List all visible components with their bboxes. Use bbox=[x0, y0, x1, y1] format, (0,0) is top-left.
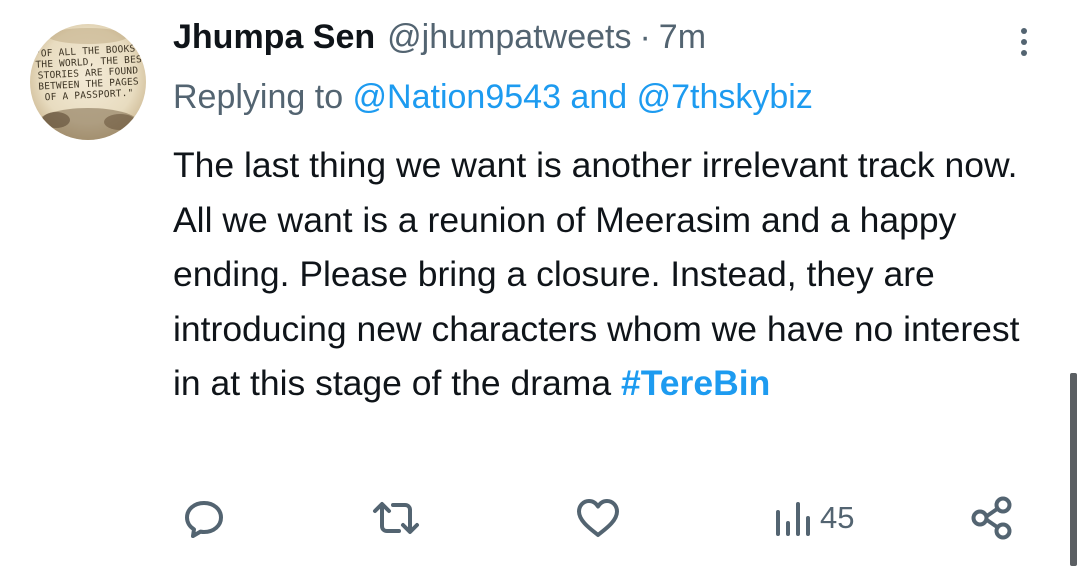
more-vertical-icon-dot bbox=[1021, 50, 1027, 56]
share-nodes-icon bbox=[971, 496, 1012, 540]
views-count: 45 bbox=[820, 500, 855, 535]
views-button[interactable]: 45 bbox=[770, 490, 854, 546]
user-handle[interactable]: @jhumpatweets bbox=[387, 18, 631, 57]
hashtag-link[interactable]: #TereBin bbox=[621, 363, 770, 403]
tweet-header: Jhumpa Sen @jhumpatweets · 7m bbox=[173, 18, 706, 64]
like-button[interactable] bbox=[570, 490, 626, 546]
mention-link[interactable]: @Nation9543 bbox=[353, 78, 561, 116]
replying-prefix: Replying to bbox=[173, 78, 353, 116]
more-options-button[interactable] bbox=[1010, 24, 1038, 60]
retweet-icon bbox=[373, 502, 419, 534]
more-vertical-icon-dot bbox=[1021, 39, 1027, 45]
share-button[interactable] bbox=[964, 490, 1020, 546]
timestamp[interactable]: 7m bbox=[659, 18, 706, 57]
replying-to: Replying to @Nation9543 and @7thskybiz bbox=[173, 78, 813, 117]
bar-chart-icon bbox=[776, 502, 810, 536]
mention-link[interactable]: @7thskybiz bbox=[637, 78, 813, 116]
action-bar: 45 bbox=[0, 490, 1080, 546]
retweet-button[interactable] bbox=[366, 490, 426, 546]
separator-dot: · bbox=[639, 18, 651, 56]
avatar[interactable]: "Of all the books in the world, the best… bbox=[30, 24, 146, 140]
scrollbar[interactable] bbox=[1070, 373, 1077, 566]
mention-conjunction[interactable]: and bbox=[561, 78, 637, 116]
more-vertical-icon bbox=[1021, 28, 1027, 34]
tweet-text: The last thing we want is another irrele… bbox=[173, 138, 1053, 411]
avatar-quote: "Of all the books in the world, the best… bbox=[30, 43, 146, 104]
tweet-body: The last thing we want is another irrele… bbox=[173, 145, 1020, 403]
display-name[interactable]: Jhumpa Sen bbox=[173, 18, 375, 57]
reply-bubble-icon bbox=[185, 501, 223, 538]
reply-button[interactable] bbox=[176, 490, 232, 546]
heart-icon bbox=[577, 499, 619, 537]
